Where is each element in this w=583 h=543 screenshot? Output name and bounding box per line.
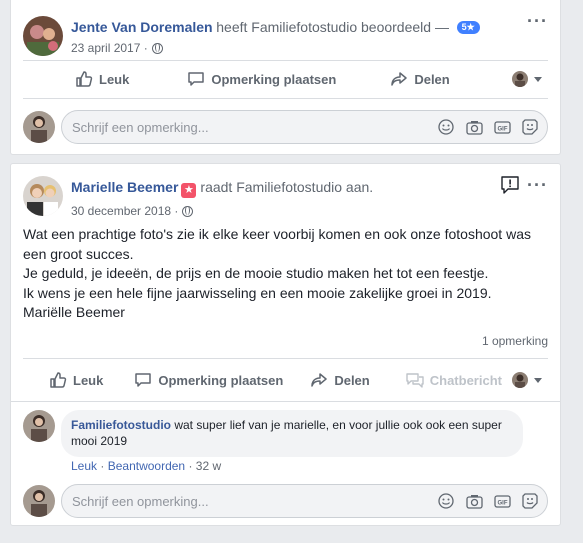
divider [23,358,548,359]
author-name-link[interactable]: Marielle Beemer [71,179,178,195]
post-date-link[interactable]: 30 december 2018 · [71,204,178,218]
comment-icon [188,72,205,86]
recommend-icon: ★ [181,183,197,198]
action-bar: Leuk Opmerking plaatsen Delen [23,62,548,96]
post-body-line: Mariëlle Beemer [23,304,125,320]
post-body-line: Ik wens je een hele fijne jaarwisseling … [23,284,492,301]
action-text: heeft Familiefotostudio beoordeeld — [216,19,449,35]
comment-input[interactable]: Schrijf een opmerking... GIF [61,484,548,518]
chat-button[interactable]: Chatbericht [406,371,502,389]
sticker-icon[interactable] [521,118,539,136]
post-header: Jente Van Doremalen heeft Familiefotostu… [71,19,480,55]
camera-icon[interactable] [465,118,483,136]
divider [11,401,560,402]
post-card-review: Jente Van Doremalen heeft Familiefotostu… [10,0,561,155]
chat-icon [406,373,424,388]
comment-bubble: Familiefotostudio wat super lief van je … [61,410,523,457]
chevron-down-icon [534,377,542,383]
emoji-icon[interactable] [437,118,455,136]
post-body-line: Wat een prachtige foto's zie ik elke kee… [23,226,531,262]
share-label: Delen [414,71,450,87]
like-label: Leuk [99,71,130,87]
more-icon[interactable]: ··· [527,176,548,194]
thumbs-up-icon [76,71,93,87]
like-button[interactable]: Leuk [75,70,129,88]
small-avatar [512,71,528,87]
share-icon [391,72,408,86]
action-bar: Leuk Opmerking plaatsen Delen Chatberich… [23,363,548,397]
comment-composer: Schrijf een opmerking... GIF [23,110,548,144]
comment-icon [135,373,152,387]
chat-label: Chatbericht [429,372,502,388]
comment-meta: Leuk · Beantwoorden · 32 w [71,459,222,473]
comment-count-link[interactable]: 1 opmerking [482,334,548,348]
comment-author-link[interactable]: Familiefotostudio [71,418,171,432]
comment-composer: Schrijf een opmerking... GIF [23,484,548,518]
comment-placeholder: Schrijf een opmerking... [72,494,209,509]
post-meta: 30 december 2018 · [71,204,373,218]
comment-button[interactable]: Opmerking plaatsen [134,371,283,389]
post-meta: 23 april 2017 · [71,41,480,55]
divider [23,60,548,61]
thumbs-up-icon [50,372,67,388]
like-button[interactable]: Leuk [49,371,103,389]
report-icon[interactable] [500,175,520,198]
comment-label: Opmerking plaatsen [158,372,284,388]
audience-selector[interactable] [512,372,542,388]
composer-tools: GIF [437,492,539,510]
comment-label: Opmerking plaatsen [211,71,337,87]
gif-icon[interactable]: GIF [493,118,511,136]
share-button[interactable]: Delen [390,70,450,88]
share-label: Delen [334,372,370,388]
comment-button[interactable]: Opmerking plaatsen [187,70,336,88]
post-body: Wat een prachtige foto's zie ik elke kee… [23,225,553,323]
post-date-link[interactable]: 23 april 2017 · [71,41,148,55]
comment-age[interactable]: 32 w [196,459,221,473]
author-name-link[interactable]: Jente Van Doremalen [71,19,213,35]
rating-badge: 5★ [456,21,480,34]
share-icon [311,373,328,387]
audience-selector[interactable] [512,71,542,87]
comment-input[interactable]: Schrijf een opmerking... GIF [61,110,548,144]
comment-like-link[interactable]: Leuk [71,459,97,473]
comment-reply-link[interactable]: Beantwoorden [108,459,185,473]
user-avatar [23,111,55,143]
composer-tools: GIF [437,118,539,136]
comment-placeholder: Schrijf een opmerking... [72,120,209,135]
chevron-down-icon [534,76,542,82]
author-avatar[interactable] [23,176,63,216]
camera-icon[interactable] [465,492,483,510]
more-icon[interactable]: ··· [527,12,548,30]
post-header: Marielle Beemer ★ raadt Familiefotostudio … [71,179,373,218]
user-avatar [23,485,55,517]
small-avatar [512,372,528,388]
svg-text:GIF: GIF [497,500,507,506]
globe-icon [151,42,163,54]
gif-icon[interactable]: GIF [493,492,511,510]
share-button[interactable]: Delen [310,371,370,389]
author-avatar[interactable] [23,16,63,56]
post-card-recommendation: Marielle Beemer ★ raadt Familiefotostudio … [10,163,561,526]
emoji-icon[interactable] [437,492,455,510]
commenter-avatar[interactable] [23,410,55,442]
svg-text:GIF: GIF [497,126,507,132]
post-body-line: Je geduld, je ideeën, de prijs en de moo… [23,265,489,281]
globe-icon [182,205,194,217]
sticker-icon[interactable] [521,492,539,510]
action-text: raadt Familiefotostudio aan. [200,179,374,195]
divider [23,98,548,99]
like-label: Leuk [73,372,104,388]
